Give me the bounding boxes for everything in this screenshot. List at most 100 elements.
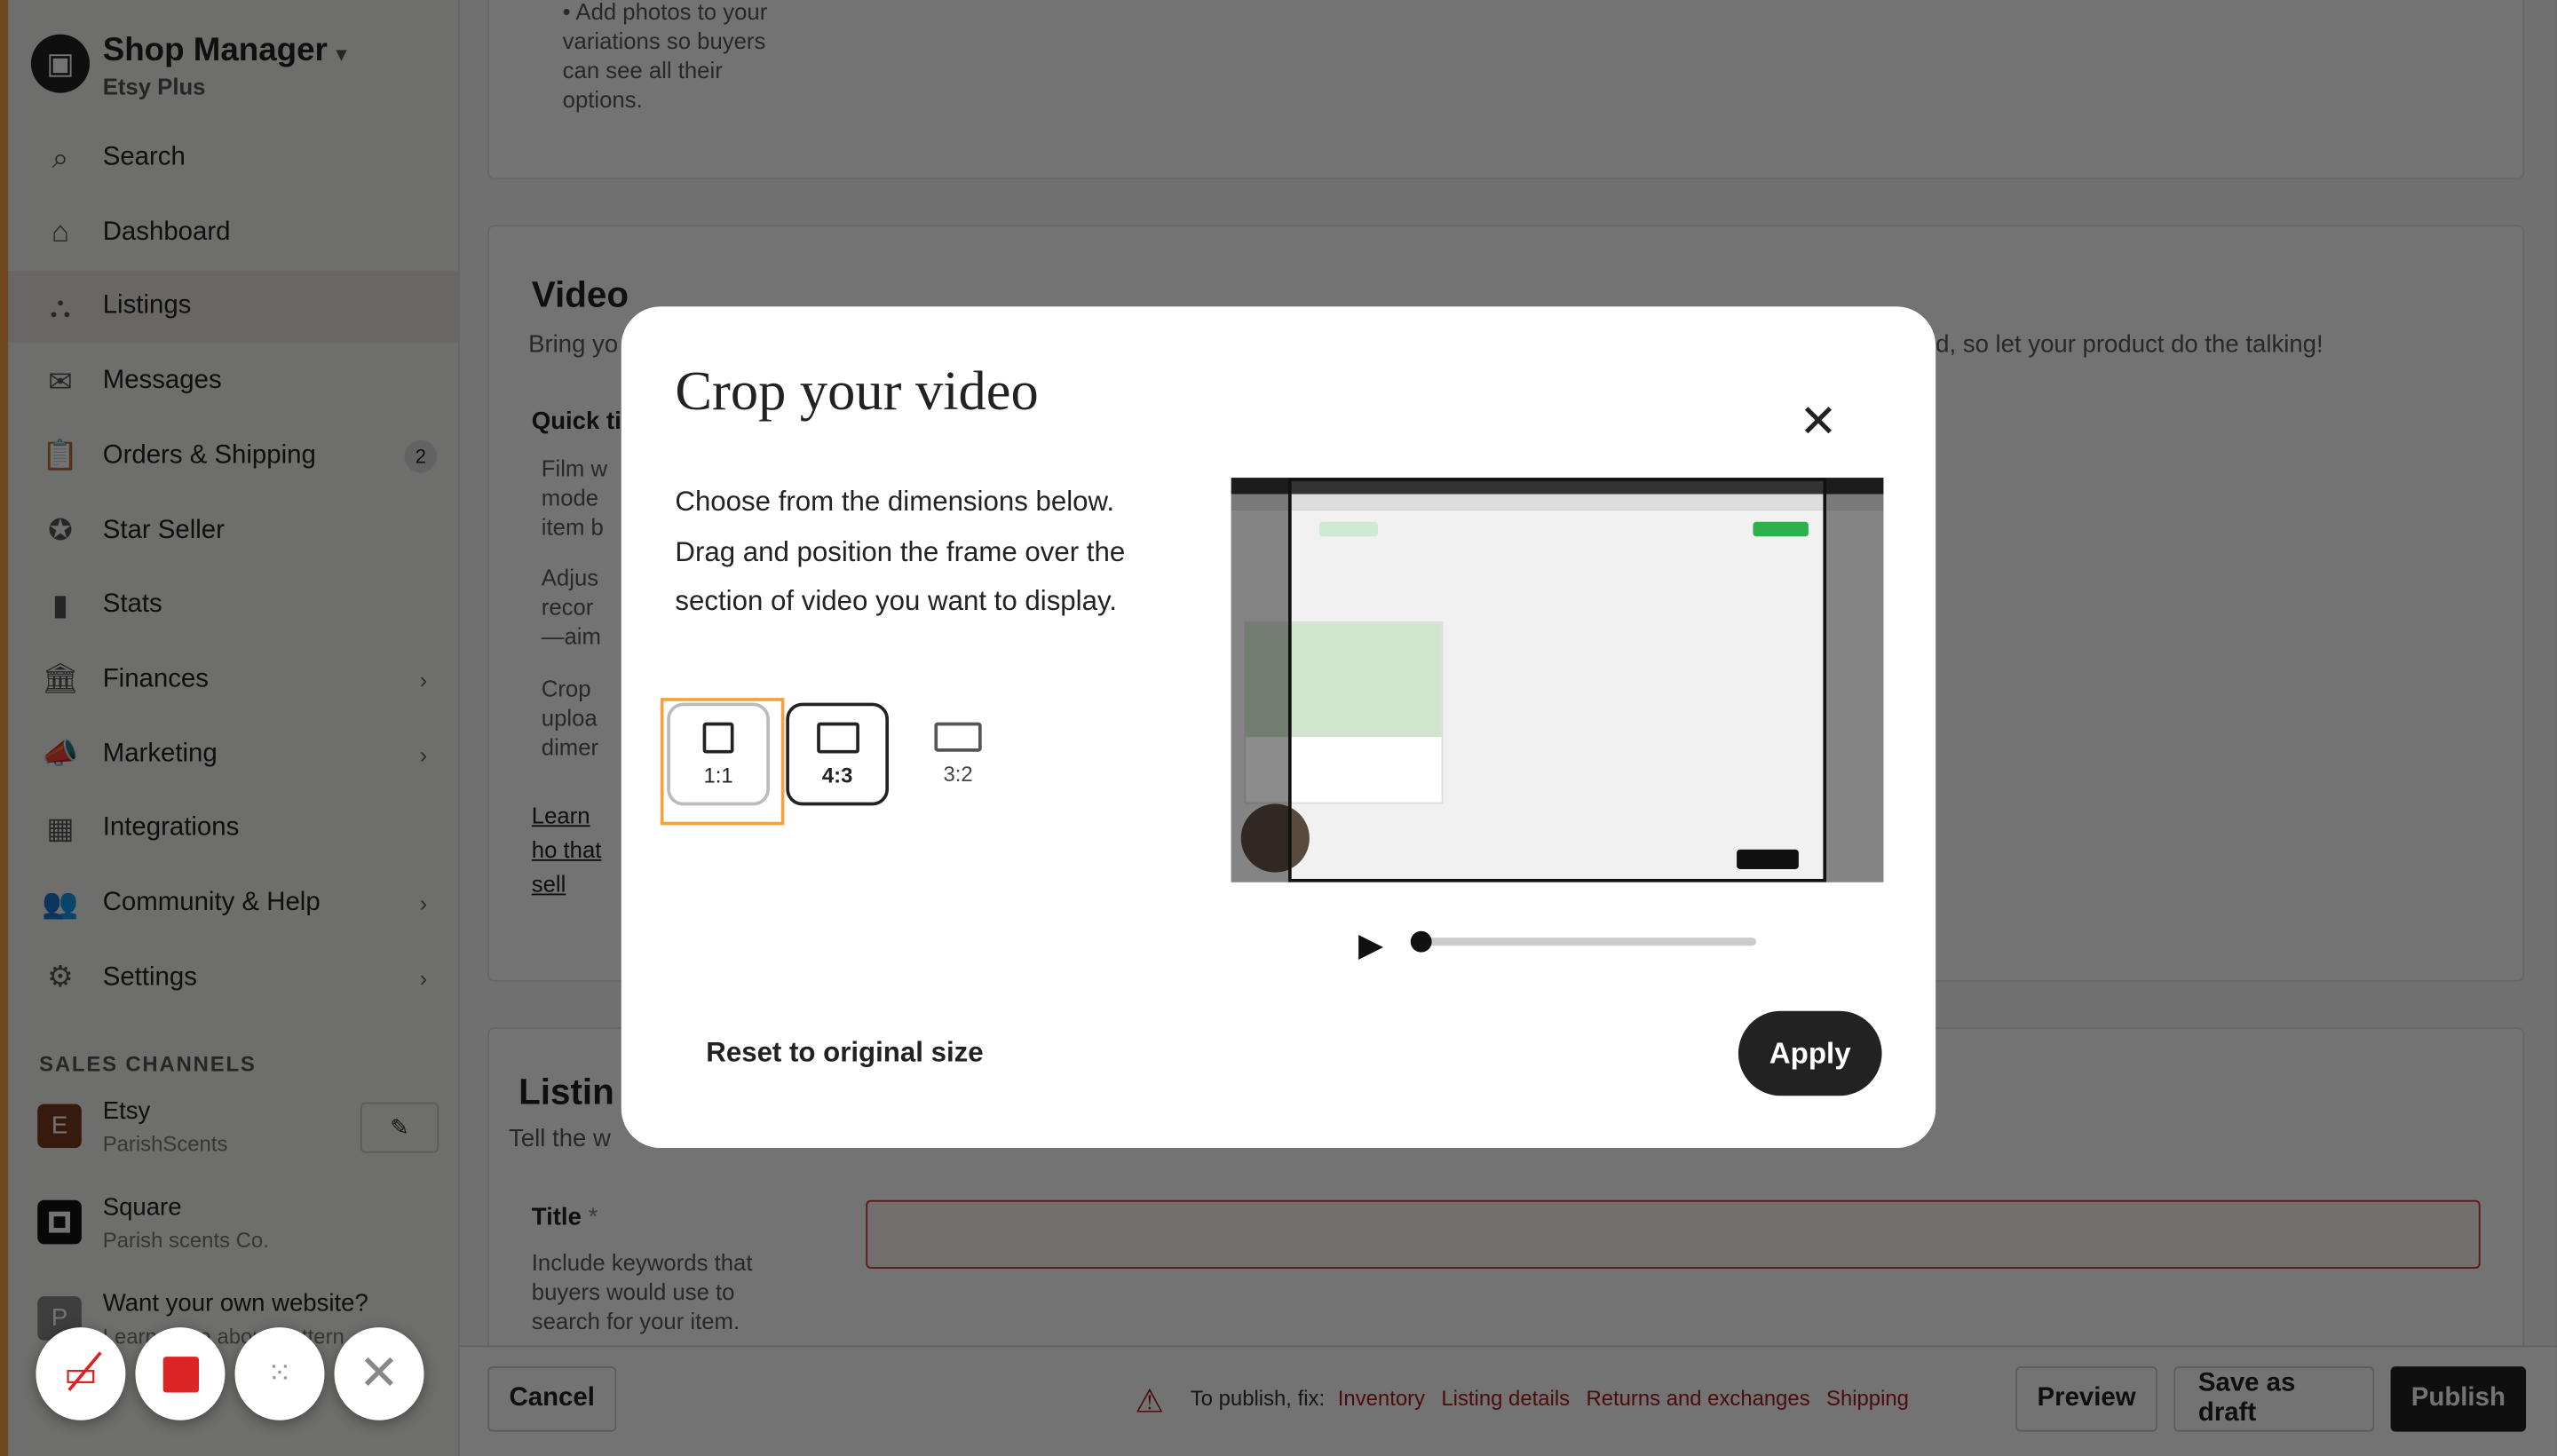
- square-channel-icon: [37, 1199, 82, 1245]
- channel-name[interactable]: Square: [103, 1193, 182, 1221]
- fix-shipping-link[interactable]: Shipping: [1826, 1386, 1909, 1411]
- scrubber-handle[interactable]: [1410, 930, 1432, 953]
- close-icon: ✕: [358, 1347, 400, 1401]
- fix-listing-details-link[interactable]: Listing details: [1441, 1386, 1570, 1411]
- sidebar-item-label: Finances: [102, 665, 209, 693]
- save-draft-button[interactable]: Save as draft: [2173, 1366, 2375, 1432]
- ratio-4-3-button[interactable]: 4:3: [786, 702, 890, 806]
- camera-off-button[interactable]: ▭: [36, 1327, 126, 1420]
- shop-manager-title[interactable]: Shop Manager ▾: [103, 33, 346, 70]
- channel-name[interactable]: Etsy: [103, 1097, 151, 1125]
- crop-frame[interactable]: [1287, 478, 1827, 882]
- video-heading: Video: [531, 273, 629, 315]
- recorder-close-button[interactable]: ✕: [334, 1327, 424, 1420]
- play-icon[interactable]: ▶: [1358, 924, 1383, 965]
- sidebar-item-label: Community & Help: [102, 889, 321, 917]
- preview-button[interactable]: Preview: [2015, 1366, 2157, 1432]
- fix-prefix: To publish, fix:: [1190, 1386, 1326, 1411]
- crop-mask-right: [1826, 478, 1884, 882]
- square-icon: [702, 721, 734, 753]
- sidebar-item-label: Listings: [102, 292, 192, 320]
- sidebar-item-community-help[interactable]: 👥 Community & Help ›: [8, 867, 460, 939]
- search-icon: ⌕: [51, 140, 69, 174]
- sales-channels-heading: SALES CHANNELS: [39, 1051, 257, 1077]
- apply-button[interactable]: Apply: [1738, 1010, 1882, 1096]
- publish-fix-list: To publish, fix: Inventory Listing detai…: [1191, 1386, 1926, 1411]
- chevron-right-icon: ›: [419, 964, 428, 992]
- tip: Adjus recor —aim: [541, 564, 601, 650]
- ratio-label: 4:3: [821, 762, 853, 787]
- tip: Film w mode item b: [541, 455, 608, 540]
- camera-off-icon: ▭: [64, 1350, 102, 1396]
- sidebar-item-listings[interactable]: ⛬ Listings: [8, 271, 460, 344]
- grid-icon: ▦: [46, 811, 75, 845]
- title-input[interactable]: [866, 1199, 2481, 1269]
- edit-channel-button[interactable]: ✎: [360, 1102, 439, 1153]
- channel-name[interactable]: Want your own website?: [103, 1290, 368, 1318]
- cancel-button[interactable]: Cancel: [487, 1366, 617, 1432]
- ratio-label: 1:1: [703, 762, 733, 787]
- close-icon[interactable]: ✕: [1795, 399, 1841, 445]
- video-intro-end: d, so let your product do the talking!: [1936, 330, 2323, 360]
- sidebar-item-label: Integrations: [102, 814, 240, 843]
- dialog-title: Crop your video: [675, 361, 1039, 423]
- title-label: Title *: [531, 1203, 598, 1231]
- channel-sub: ParishScents: [102, 1131, 228, 1157]
- ratio-1-1-button[interactable]: 1:1: [667, 702, 770, 806]
- sidebar-item-marketing[interactable]: 📣 Marketing ›: [8, 718, 460, 790]
- screen: ▣ Shop Manager ▾ Etsy Plus ⌕ Search ⌂ Dashb…: [0, 0, 2557, 1456]
- sidebar-item-finances[interactable]: 🏛 Finances ›: [8, 644, 460, 716]
- listing-sub: Tell the w: [509, 1125, 611, 1153]
- chevron-right-icon: ›: [419, 740, 428, 768]
- tip: Crop uploa dimer: [541, 675, 599, 760]
- photos-card: [487, 0, 2525, 180]
- sidebar-item-label: Star Seller: [102, 516, 225, 544]
- sidebar-item-settings[interactable]: ⚙ Settings ›: [8, 942, 460, 1014]
- sidebar-item-search[interactable]: ⌕ Search: [8, 123, 460, 194]
- sidebar-item-dashboard[interactable]: ⌂ Dashboard: [8, 197, 460, 269]
- video-scrubber[interactable]: [1420, 938, 1757, 946]
- dialog-description: Choose from the dimensions below. Drag a…: [675, 486, 1126, 617]
- star-seller-icon: ✪: [48, 513, 73, 547]
- sidebar-item-label: Stats: [102, 590, 162, 619]
- reset-size-button[interactable]: Reset to original size: [706, 1037, 983, 1070]
- sidebar-item-orders-shipping[interactable]: 📋 Orders & Shipping 2: [8, 420, 460, 492]
- wide-rectangle-icon: [934, 722, 982, 752]
- megaphone-icon: 📣: [42, 737, 79, 771]
- sidebar-item-label: Dashboard: [102, 218, 231, 246]
- fix-returns-link[interactable]: Returns and exchanges: [1586, 1386, 1809, 1411]
- sidebar-item-messages[interactable]: ✉ Messages: [8, 346, 460, 418]
- video-preview[interactable]: [1231, 478, 1884, 882]
- bank-icon: 🏛: [41, 662, 79, 696]
- sidebar-item-integrations[interactable]: ▦ Integrations: [8, 793, 460, 865]
- chevron-right-icon: ›: [419, 890, 428, 917]
- sidebar-item-label: Marketing: [102, 740, 218, 768]
- crop-mask-left: [1231, 478, 1288, 882]
- shop-logo-icon[interactable]: ▣: [30, 34, 91, 93]
- learn-more-link[interactable]: Learn ho that sell: [532, 799, 620, 902]
- recorder-menu-button[interactable]: ⁙: [234, 1327, 325, 1420]
- count-badge: 2: [404, 439, 438, 473]
- fix-inventory-link[interactable]: Inventory: [1338, 1386, 1425, 1411]
- ratio-3-2-button[interactable]: 3:2: [906, 703, 1009, 806]
- shop-plan: Etsy Plus: [102, 73, 206, 100]
- stop-recording-button[interactable]: [135, 1327, 226, 1420]
- crop-video-dialog: Crop your video ✕ Choose from the dimens…: [621, 306, 1936, 1149]
- sidebar-item-stats[interactable]: ▮ Stats: [8, 569, 460, 641]
- listing-heading: Listin: [519, 1071, 614, 1112]
- sidebar-item-label: Search: [102, 143, 186, 171]
- photos-tip: • Add photos to your variations so buyer…: [562, 0, 768, 113]
- mail-icon: ✉: [48, 364, 73, 398]
- sidebar-item-label: Settings: [102, 962, 197, 992]
- window-accent-border: [0, 0, 9, 1456]
- sidebar-item-star-seller[interactable]: ✪ Star Seller: [8, 495, 460, 566]
- publish-button[interactable]: Publish: [2390, 1366, 2527, 1432]
- listings-icon: ⛬: [50, 289, 71, 323]
- video-intro: Bring yo: [528, 330, 619, 360]
- chevron-right-icon: ›: [419, 667, 428, 693]
- bar-chart-icon: ▮: [51, 588, 69, 621]
- pencil-icon: ✎: [390, 1113, 409, 1140]
- ratio-label: 3:2: [943, 761, 973, 787]
- stop-icon: [162, 1356, 199, 1392]
- dots-icon: ⁙: [267, 1357, 292, 1389]
